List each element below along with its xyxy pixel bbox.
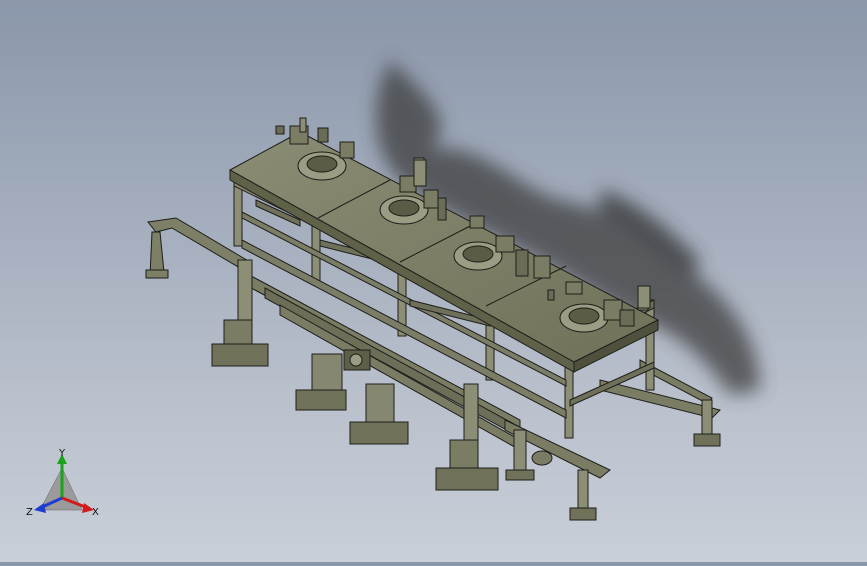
coordinate-triad: Y X Z <box>26 448 99 518</box>
model-view[interactable] <box>0 0 867 562</box>
x-label: X <box>92 507 99 518</box>
conveyor-feet[interactable] <box>505 399 721 521</box>
y-label: Y <box>58 448 66 459</box>
z-arrow-icon <box>34 503 46 513</box>
graphics-viewport[interactable] <box>0 0 867 562</box>
z-label: Z <box>26 507 33 518</box>
